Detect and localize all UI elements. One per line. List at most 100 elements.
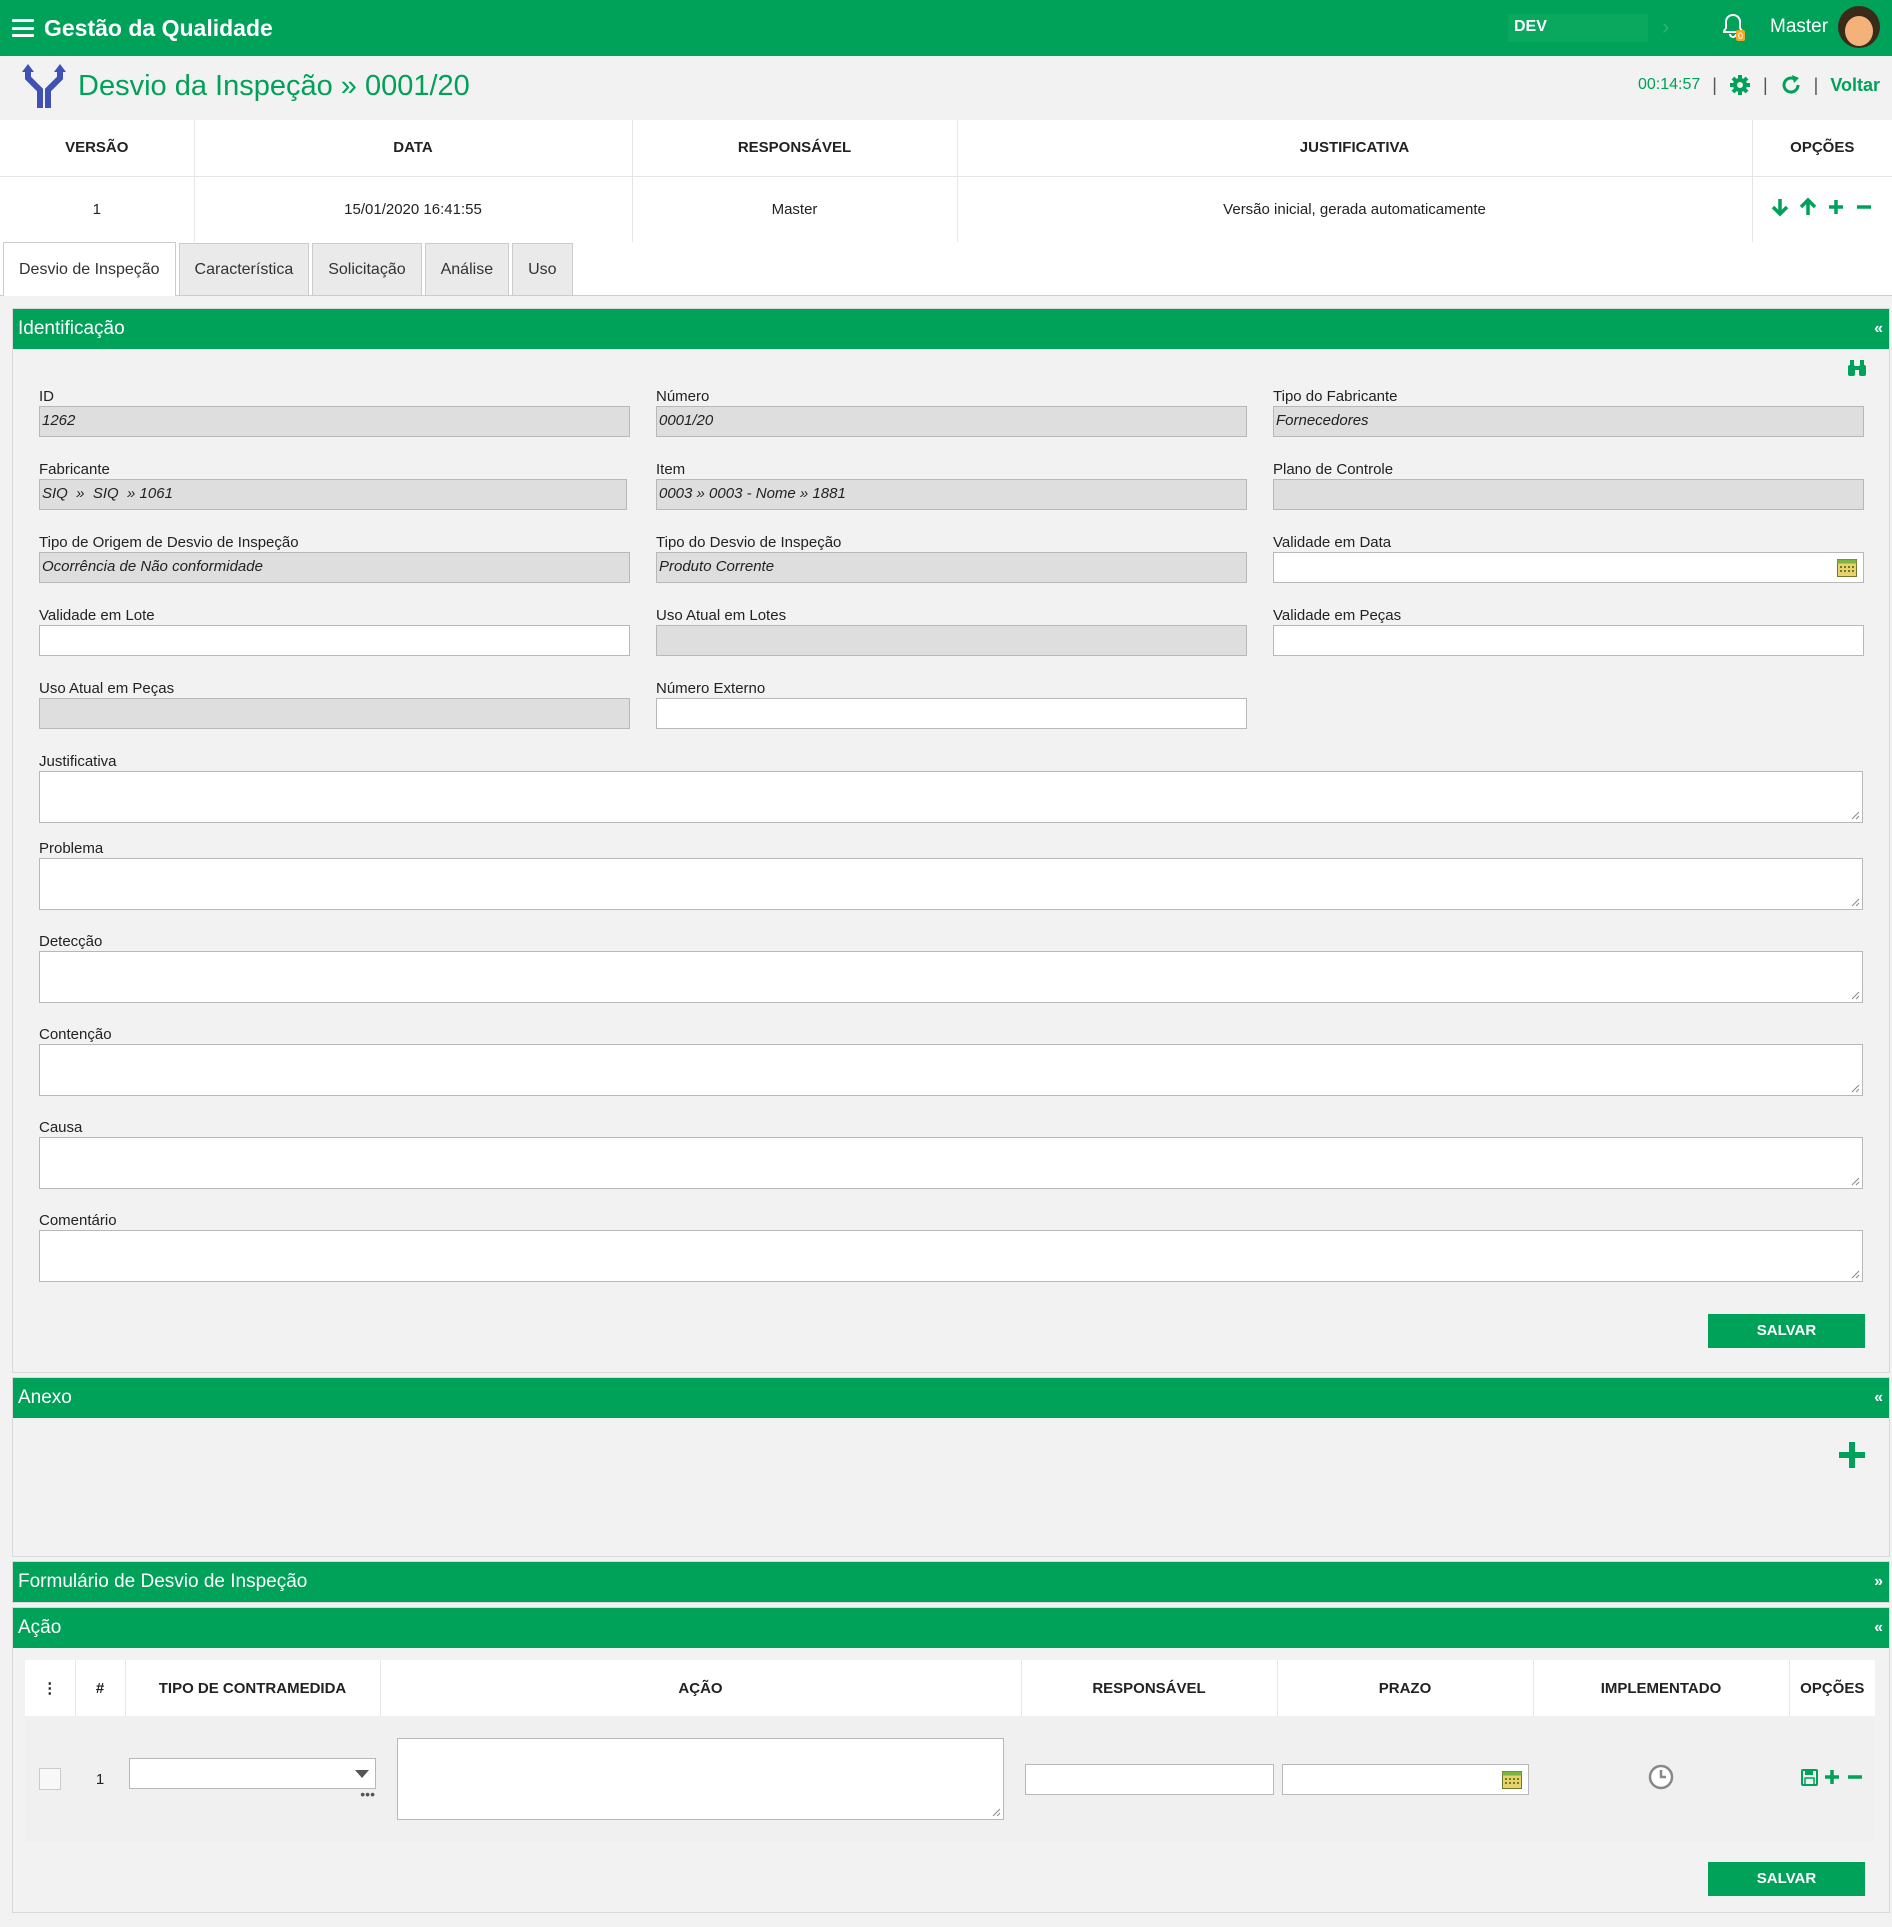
tipo-origem-input: Ocorrência de Não conformidade xyxy=(39,552,630,583)
back-link[interactable]: Voltar xyxy=(1830,75,1880,96)
tipo-fabricante-input: Fornecedores xyxy=(1273,406,1864,437)
tab-desvio-de-inspecao[interactable]: Desvio de Inspeção xyxy=(3,242,176,296)
environment-label: DEV xyxy=(1514,18,1547,35)
section-header[interactable]: Anexo « xyxy=(13,1378,1889,1418)
binoculars-icon[interactable] xyxy=(1847,359,1867,377)
acao-table: ⋮ # TIPO DE CONTRAMEDIDA AÇÃO RESPONSÁVE… xyxy=(25,1660,1875,1842)
justificativa-textarea[interactable] xyxy=(39,771,1863,823)
more-options-icon[interactable]: ••• xyxy=(126,1787,379,1801)
minus-icon[interactable] xyxy=(1846,1768,1864,1786)
uso-pecas-label: Uso Atual em Peças xyxy=(39,680,175,697)
environment-selector[interactable]: DEV xyxy=(1508,14,1648,42)
prazo-input[interactable] xyxy=(1281,1763,1529,1795)
tab-uso[interactable]: Uso xyxy=(512,243,573,295)
row-number: 1 xyxy=(75,1716,125,1842)
prazo-cell xyxy=(1277,1716,1533,1842)
justificativa-field: Justificativa xyxy=(39,752,1863,823)
collapse-icon[interactable]: « xyxy=(1874,1389,1883,1407)
id-input: 1262 xyxy=(39,406,630,437)
section-title: Formulário de Desvio de Inspeção xyxy=(18,1571,308,1592)
calendar-icon[interactable] xyxy=(1501,1770,1522,1789)
bell-icon[interactable]: 0 xyxy=(1720,12,1746,42)
validade-pecas-input[interactable] xyxy=(1273,625,1864,656)
tab-caracteristica[interactable]: Característica xyxy=(178,243,310,295)
resize-grip-icon[interactable] xyxy=(1850,1176,1860,1186)
section-header[interactable]: Identificação « xyxy=(13,309,1889,349)
save-button[interactable]: SALVAR xyxy=(1708,1314,1865,1348)
deteccao-field: Detecção xyxy=(39,932,1863,1003)
tipo-contramedida-cell: ••• xyxy=(125,1716,380,1842)
column-header: PRAZO xyxy=(1277,1660,1534,1716)
contencao-label: Contenção xyxy=(39,1026,112,1043)
uso-pecas-field: Uso Atual em Peças xyxy=(39,679,630,752)
arrow-up-icon[interactable] xyxy=(1798,197,1818,217)
resize-grip-icon[interactable] xyxy=(991,1807,1001,1817)
contencao-textarea[interactable] xyxy=(39,1044,1863,1096)
column-header: IMPLEMENTADO xyxy=(1533,1660,1790,1716)
anexo-panel: Anexo « xyxy=(12,1377,1890,1557)
clock-icon[interactable] xyxy=(1648,1764,1674,1790)
resize-grip-icon[interactable] xyxy=(1850,1083,1860,1093)
app-title: Gestão da Qualidade xyxy=(44,14,273,41)
calendar-icon[interactable] xyxy=(1837,559,1857,577)
chevron-right-icon[interactable]: › xyxy=(1662,14,1669,40)
column-menu-icon[interactable]: ⋮ xyxy=(25,1660,76,1716)
tab-solicitacao[interactable]: Solicitação xyxy=(312,243,422,295)
resize-grip-icon[interactable] xyxy=(1850,990,1860,1000)
validade-data-input[interactable] xyxy=(1273,552,1864,583)
validade-data-label: Validade em Data xyxy=(1273,534,1392,551)
collapse-icon[interactable]: « xyxy=(1874,320,1883,338)
causa-textarea[interactable] xyxy=(39,1137,1863,1189)
gear-icon[interactable] xyxy=(1729,74,1751,96)
numero-externo-input[interactable] xyxy=(656,698,1247,729)
minus-icon[interactable] xyxy=(1854,197,1874,217)
column-header: AÇÃO xyxy=(380,1660,1022,1716)
top-bar: Gestão da Qualidade DEV › 0 Master xyxy=(0,0,1892,56)
plano-controle-input xyxy=(1273,479,1864,510)
section-header[interactable]: Ação « xyxy=(13,1608,1889,1648)
problema-label: Problema xyxy=(39,840,104,857)
validade-pecas-label: Validade em Peças xyxy=(1273,607,1402,624)
menu-icon[interactable] xyxy=(12,19,34,37)
add-attachment-icon[interactable] xyxy=(1837,1440,1867,1470)
avatar[interactable] xyxy=(1838,6,1880,48)
section-header[interactable]: Formulário de Desvio de Inspeção » xyxy=(13,1562,1889,1602)
save-icon[interactable] xyxy=(1800,1768,1818,1786)
row-options-cell xyxy=(1789,1716,1875,1842)
resize-grip-icon[interactable] xyxy=(1850,1269,1860,1279)
resize-grip-icon[interactable] xyxy=(1850,897,1860,907)
plus-icon[interactable] xyxy=(1826,197,1846,217)
numero-externo-field: Número Externo xyxy=(656,679,1247,752)
arrow-down-icon[interactable] xyxy=(1770,197,1790,217)
comentario-textarea[interactable] xyxy=(39,1230,1863,1282)
column-header: RESPONSÁVEL xyxy=(1021,1660,1278,1716)
problema-textarea[interactable] xyxy=(39,858,1863,910)
acao-panel: Ação « ⋮ # TIPO DE CONTRAMEDIDA AÇÃO RES… xyxy=(12,1607,1890,1913)
row-checkbox[interactable] xyxy=(39,1768,61,1790)
tab-bar: Desvio de Inspeção Característica Solici… xyxy=(0,242,1892,296)
responsavel-input[interactable] xyxy=(1024,1763,1274,1795)
plus-icon[interactable] xyxy=(1823,1768,1841,1786)
refresh-icon[interactable] xyxy=(1780,74,1802,96)
user-name[interactable]: Master xyxy=(1770,16,1828,38)
identificacao-body: ID 1262 Número 0001/20 Tipo do Fabricant… xyxy=(13,349,1889,1372)
resize-grip-icon[interactable] xyxy=(1850,810,1860,820)
deteccao-textarea[interactable] xyxy=(39,951,1863,1003)
session-timer: 00:14:57 xyxy=(1637,76,1701,93)
tab-analise[interactable]: Análise xyxy=(424,243,510,295)
tab-content: Identificação « ID 1262 Número 0001/20 T… xyxy=(12,308,1890,1913)
validade-lote-input[interactable] xyxy=(39,625,630,656)
collapse-icon[interactable]: « xyxy=(1874,1619,1883,1637)
tipo-desvio-input: Produto Corrente xyxy=(656,552,1247,583)
plano-controle-label: Plano de Controle xyxy=(1273,461,1394,478)
fork-icon xyxy=(22,64,66,108)
numero-field: Número 0001/20 xyxy=(656,387,1247,460)
save-button[interactable]: SALVAR xyxy=(1708,1862,1865,1896)
date-cell: 15/01/2020 16:41:55 xyxy=(194,176,633,242)
problema-field: Problema xyxy=(39,839,1863,910)
justificativa-label: Justificativa xyxy=(39,753,117,770)
expand-icon[interactable]: » xyxy=(1874,1573,1883,1591)
acao-textarea[interactable] xyxy=(397,1738,1004,1820)
section-title: Identificação xyxy=(18,318,125,339)
tipo-contramedida-select[interactable] xyxy=(129,1757,376,1789)
